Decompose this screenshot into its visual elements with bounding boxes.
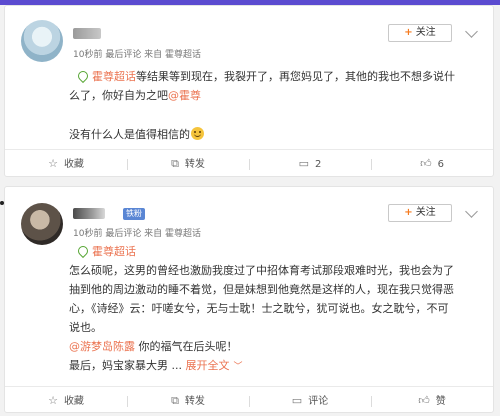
expand-full-text-link[interactable]: 展开全文 xyxy=(186,359,230,372)
like-button[interactable]: 👍︎ 赞 xyxy=(371,387,493,415)
collect-label: 收藏 xyxy=(63,159,84,170)
topic-icon xyxy=(75,68,91,84)
like-count: 6 xyxy=(437,159,444,170)
post-body: 霍尊超话等结果等到现在，我裂开了，再您妈见了，其他的我也不想多说什 么了，你好自… xyxy=(69,67,455,144)
chevron-down-icon[interactable] xyxy=(465,205,478,218)
username-blurred[interactable] xyxy=(73,208,105,219)
body-line: 说也。 xyxy=(69,321,102,334)
plus-icon: + xyxy=(404,207,413,218)
body-text: 最后，妈宝家暴大男 ... xyxy=(69,359,182,372)
body-text: 你的福气在后头呢！ xyxy=(138,340,238,353)
body-text: 么了，你好自为之吧 xyxy=(69,89,168,102)
thumbs-up-icon: 👍︎ xyxy=(420,157,432,170)
username-blurred[interactable] xyxy=(73,28,101,39)
repost-icon: ⧉ xyxy=(171,394,179,407)
thumbs-up-icon: 👍︎ xyxy=(418,394,430,407)
body-line: 怎么硕呢，这男的曾经也激励我度过了中招体育考试那段艰难时光，我也会为了 xyxy=(69,264,454,277)
avatar[interactable] xyxy=(21,20,63,62)
chevron-down-icon[interactable] xyxy=(465,25,478,38)
topic-link[interactable]: 霍尊超话 xyxy=(92,245,136,258)
fan-badge[interactable]: 铁粉 xyxy=(123,208,145,220)
follow-button[interactable]: + 关注 xyxy=(388,24,452,42)
avatar[interactable] xyxy=(21,203,63,245)
body-text: 没有什么人是值得相信的 xyxy=(69,128,190,141)
comment-button[interactable]: ▭ 评论 xyxy=(249,387,371,415)
repost-label: 转发 xyxy=(184,396,205,407)
star-icon: ☆ xyxy=(48,394,58,407)
star-icon: ☆ xyxy=(48,157,58,170)
repost-icon: ⧉ xyxy=(171,157,179,170)
comment-icon: ▭ xyxy=(298,157,310,170)
topic-link[interactable]: 霍尊超话 xyxy=(92,70,136,83)
collect-label: 收藏 xyxy=(63,396,84,407)
body-text: 等结果等到现在，我裂开了，再您妈见了，其他的我也不想多说什 xyxy=(136,70,455,83)
post-body: 霍尊超话 怎么硕呢，这男的曾经也激励我度过了中招体育考试那段艰难时光，我也会为了… xyxy=(69,242,454,377)
smiley-emoji-icon xyxy=(191,127,204,140)
like-label: 赞 xyxy=(435,396,446,407)
post-meta: 10秒前 最后评论 来自 霍尊超话 xyxy=(73,229,202,239)
repost-button[interactable]: ⧉ 转发 xyxy=(127,150,249,178)
comment-button[interactable]: ▭ 2 xyxy=(249,150,371,178)
topic-icon xyxy=(75,243,91,259)
collect-button[interactable]: ☆ 收藏 xyxy=(5,150,127,178)
repost-button[interactable]: ⧉ 转发 xyxy=(127,387,249,415)
repost-label: 转发 xyxy=(184,159,205,170)
comment-count: 2 xyxy=(315,159,322,170)
follow-button[interactable]: + 关注 xyxy=(388,204,452,222)
mention-link[interactable]: @游梦岛陈露 xyxy=(69,340,135,353)
weibo-post-card: 铁粉 10秒前 最后评论 来自 霍尊超话 + 关注 霍尊超话 怎么硕呢，这男的曾经… xyxy=(4,186,494,413)
plus-icon: + xyxy=(404,27,413,38)
weibo-post-card: 10秒前 最后评论 来自 霍尊超话 + 关注 霍尊超话等结果等到现在，我裂开了，再… xyxy=(4,5,494,177)
comment-icon: ▭ xyxy=(291,394,303,407)
like-button[interactable]: 👍︎ 6 xyxy=(371,150,493,178)
mention-link[interactable]: @霍尊 xyxy=(168,89,201,102)
post-meta: 10秒前 最后评论 来自 霍尊超话 xyxy=(73,50,202,60)
follow-label: 关注 xyxy=(415,27,436,38)
body-line: 抽到他的周边激动的睡不着觉，但是妹想到他竟然是这样的人，现在我只觉得恶 xyxy=(69,283,454,296)
collect-button[interactable]: ☆ 收藏 xyxy=(5,387,127,415)
chevron-down-icon[interactable]: ﹀ xyxy=(234,362,243,372)
comment-label: 评论 xyxy=(308,396,329,407)
action-bar: ☆ 收藏 ⧉ 转发 ▭ 2 👍︎ 6 xyxy=(5,149,493,178)
action-bar: ☆ 收藏 ⧉ 转发 ▭ 评论 👍︎ 赞 xyxy=(5,386,493,415)
follow-label: 关注 xyxy=(415,207,436,218)
body-line: 心，《诗经》云：吁嗟女兮，无与士耽！士之耽兮，犹可说也。女之耽兮，不可 xyxy=(69,302,449,315)
